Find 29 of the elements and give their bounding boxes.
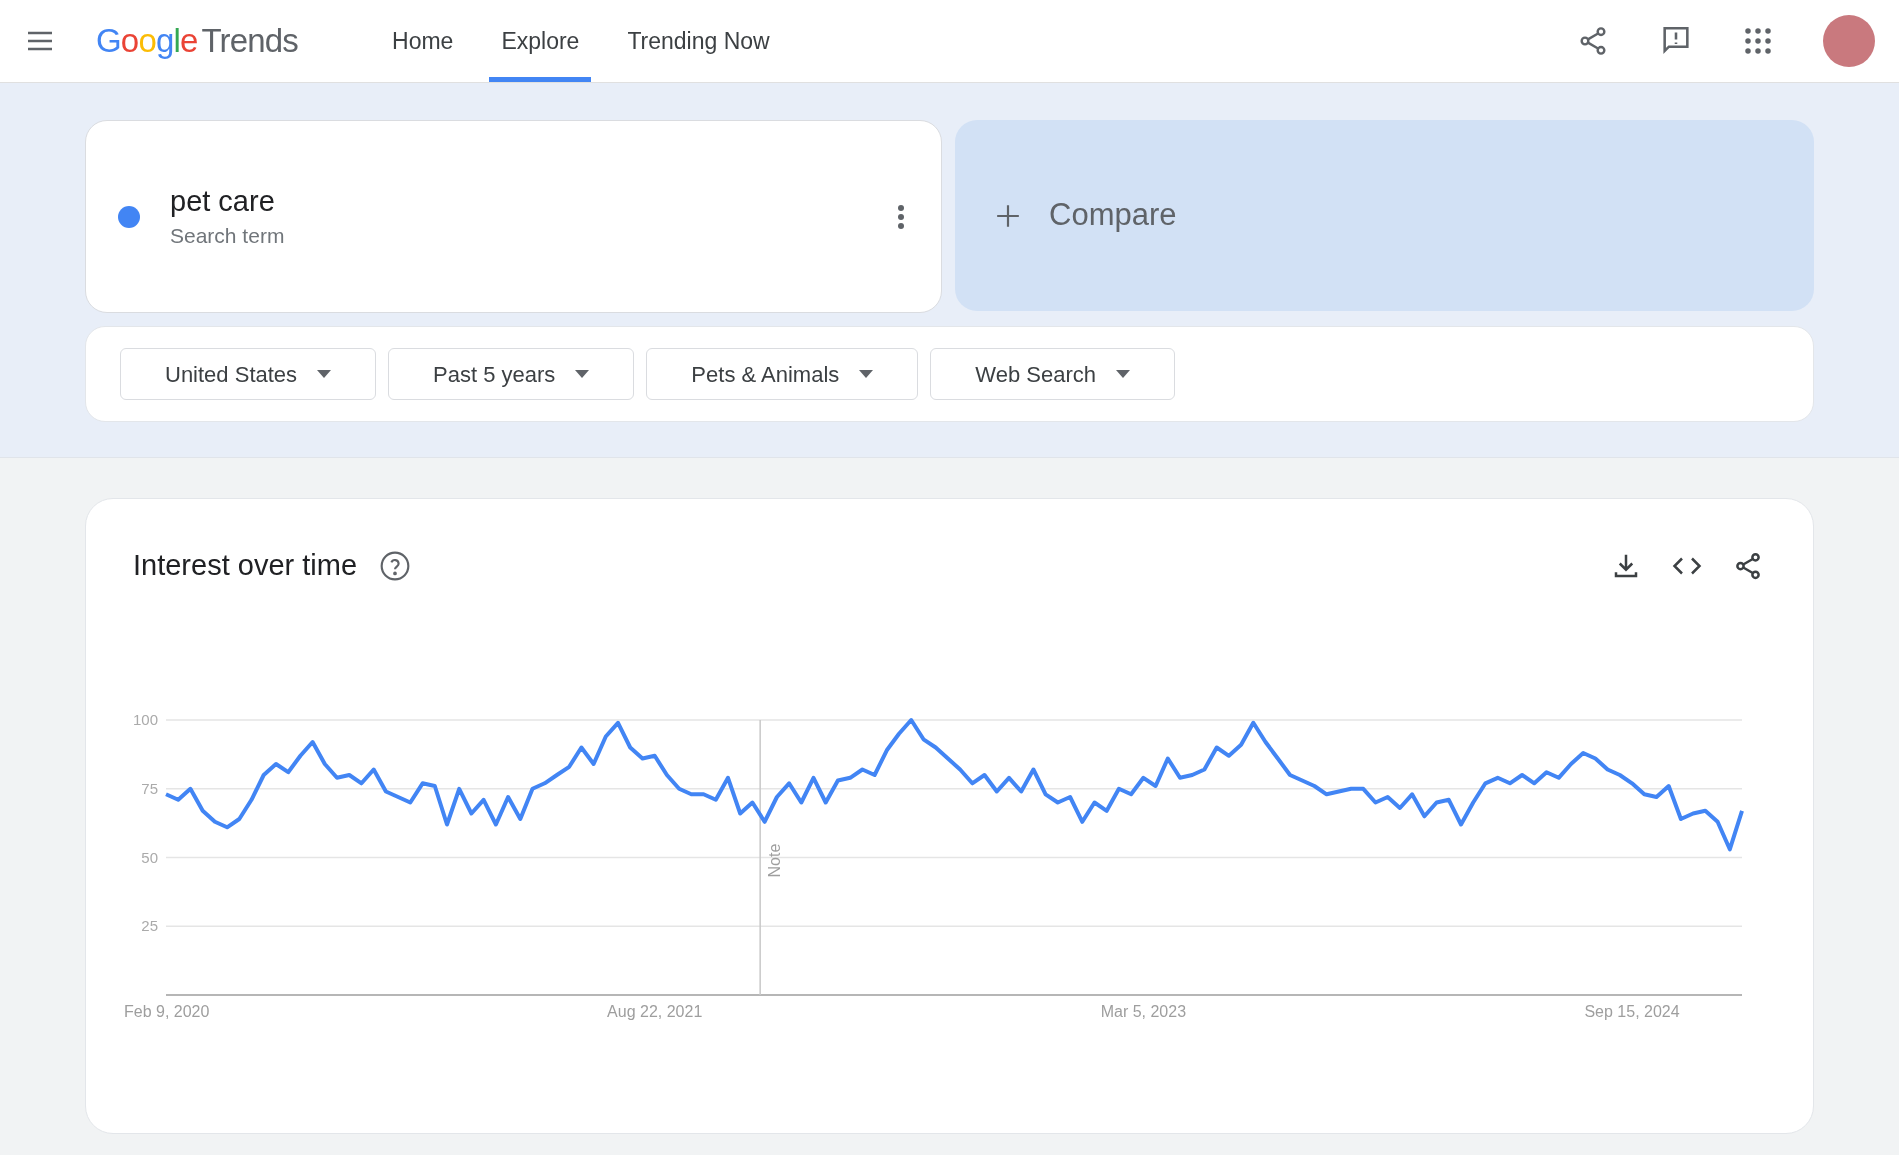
nav-tab[interactable]: Home (380, 0, 466, 82)
compare-button[interactable]: Compare (955, 120, 1814, 311)
filter-dropdown[interactable]: United States (120, 348, 377, 400)
apps-grid-icon[interactable] (1743, 26, 1773, 56)
x-axis-label: Aug 22, 2021 (607, 1002, 703, 1020)
filter-dropdown[interactable]: Pets & Animals (646, 348, 919, 400)
filter-dropdown[interactable]: Web Search (930, 348, 1175, 400)
y-axis-label: 100 (132, 710, 158, 728)
logo[interactable]: GoogleTrends (96, 16, 299, 66)
y-axis-label: 75 (141, 779, 158, 797)
chart-title: Interest over time (133, 548, 358, 583)
caret-icon (859, 370, 874, 378)
share-icon[interactable] (1733, 550, 1763, 581)
x-axis-label: Sep 15, 2024 (1584, 1002, 1680, 1020)
caret-icon (1115, 370, 1130, 378)
x-axis-label: Mar 5, 2023 (1100, 1002, 1187, 1020)
search-term[interactable]: pet care (170, 181, 285, 220)
term-type-label: Search term (170, 222, 285, 249)
y-axis-label: 50 (141, 848, 158, 865)
help-icon[interactable] (379, 549, 412, 582)
more-options-icon[interactable] (897, 203, 905, 230)
plus-icon (995, 202, 1021, 229)
nav-tab[interactable]: Trending Now (615, 0, 782, 82)
avatar[interactable] (1823, 15, 1875, 67)
caret-icon (575, 370, 590, 378)
x-axis-label: Feb 9, 2020 (124, 1002, 210, 1020)
y-axis-label: 25 (141, 916, 158, 934)
caret-icon (317, 370, 332, 378)
filter-dropdown[interactable]: Past 5 years (388, 348, 635, 400)
